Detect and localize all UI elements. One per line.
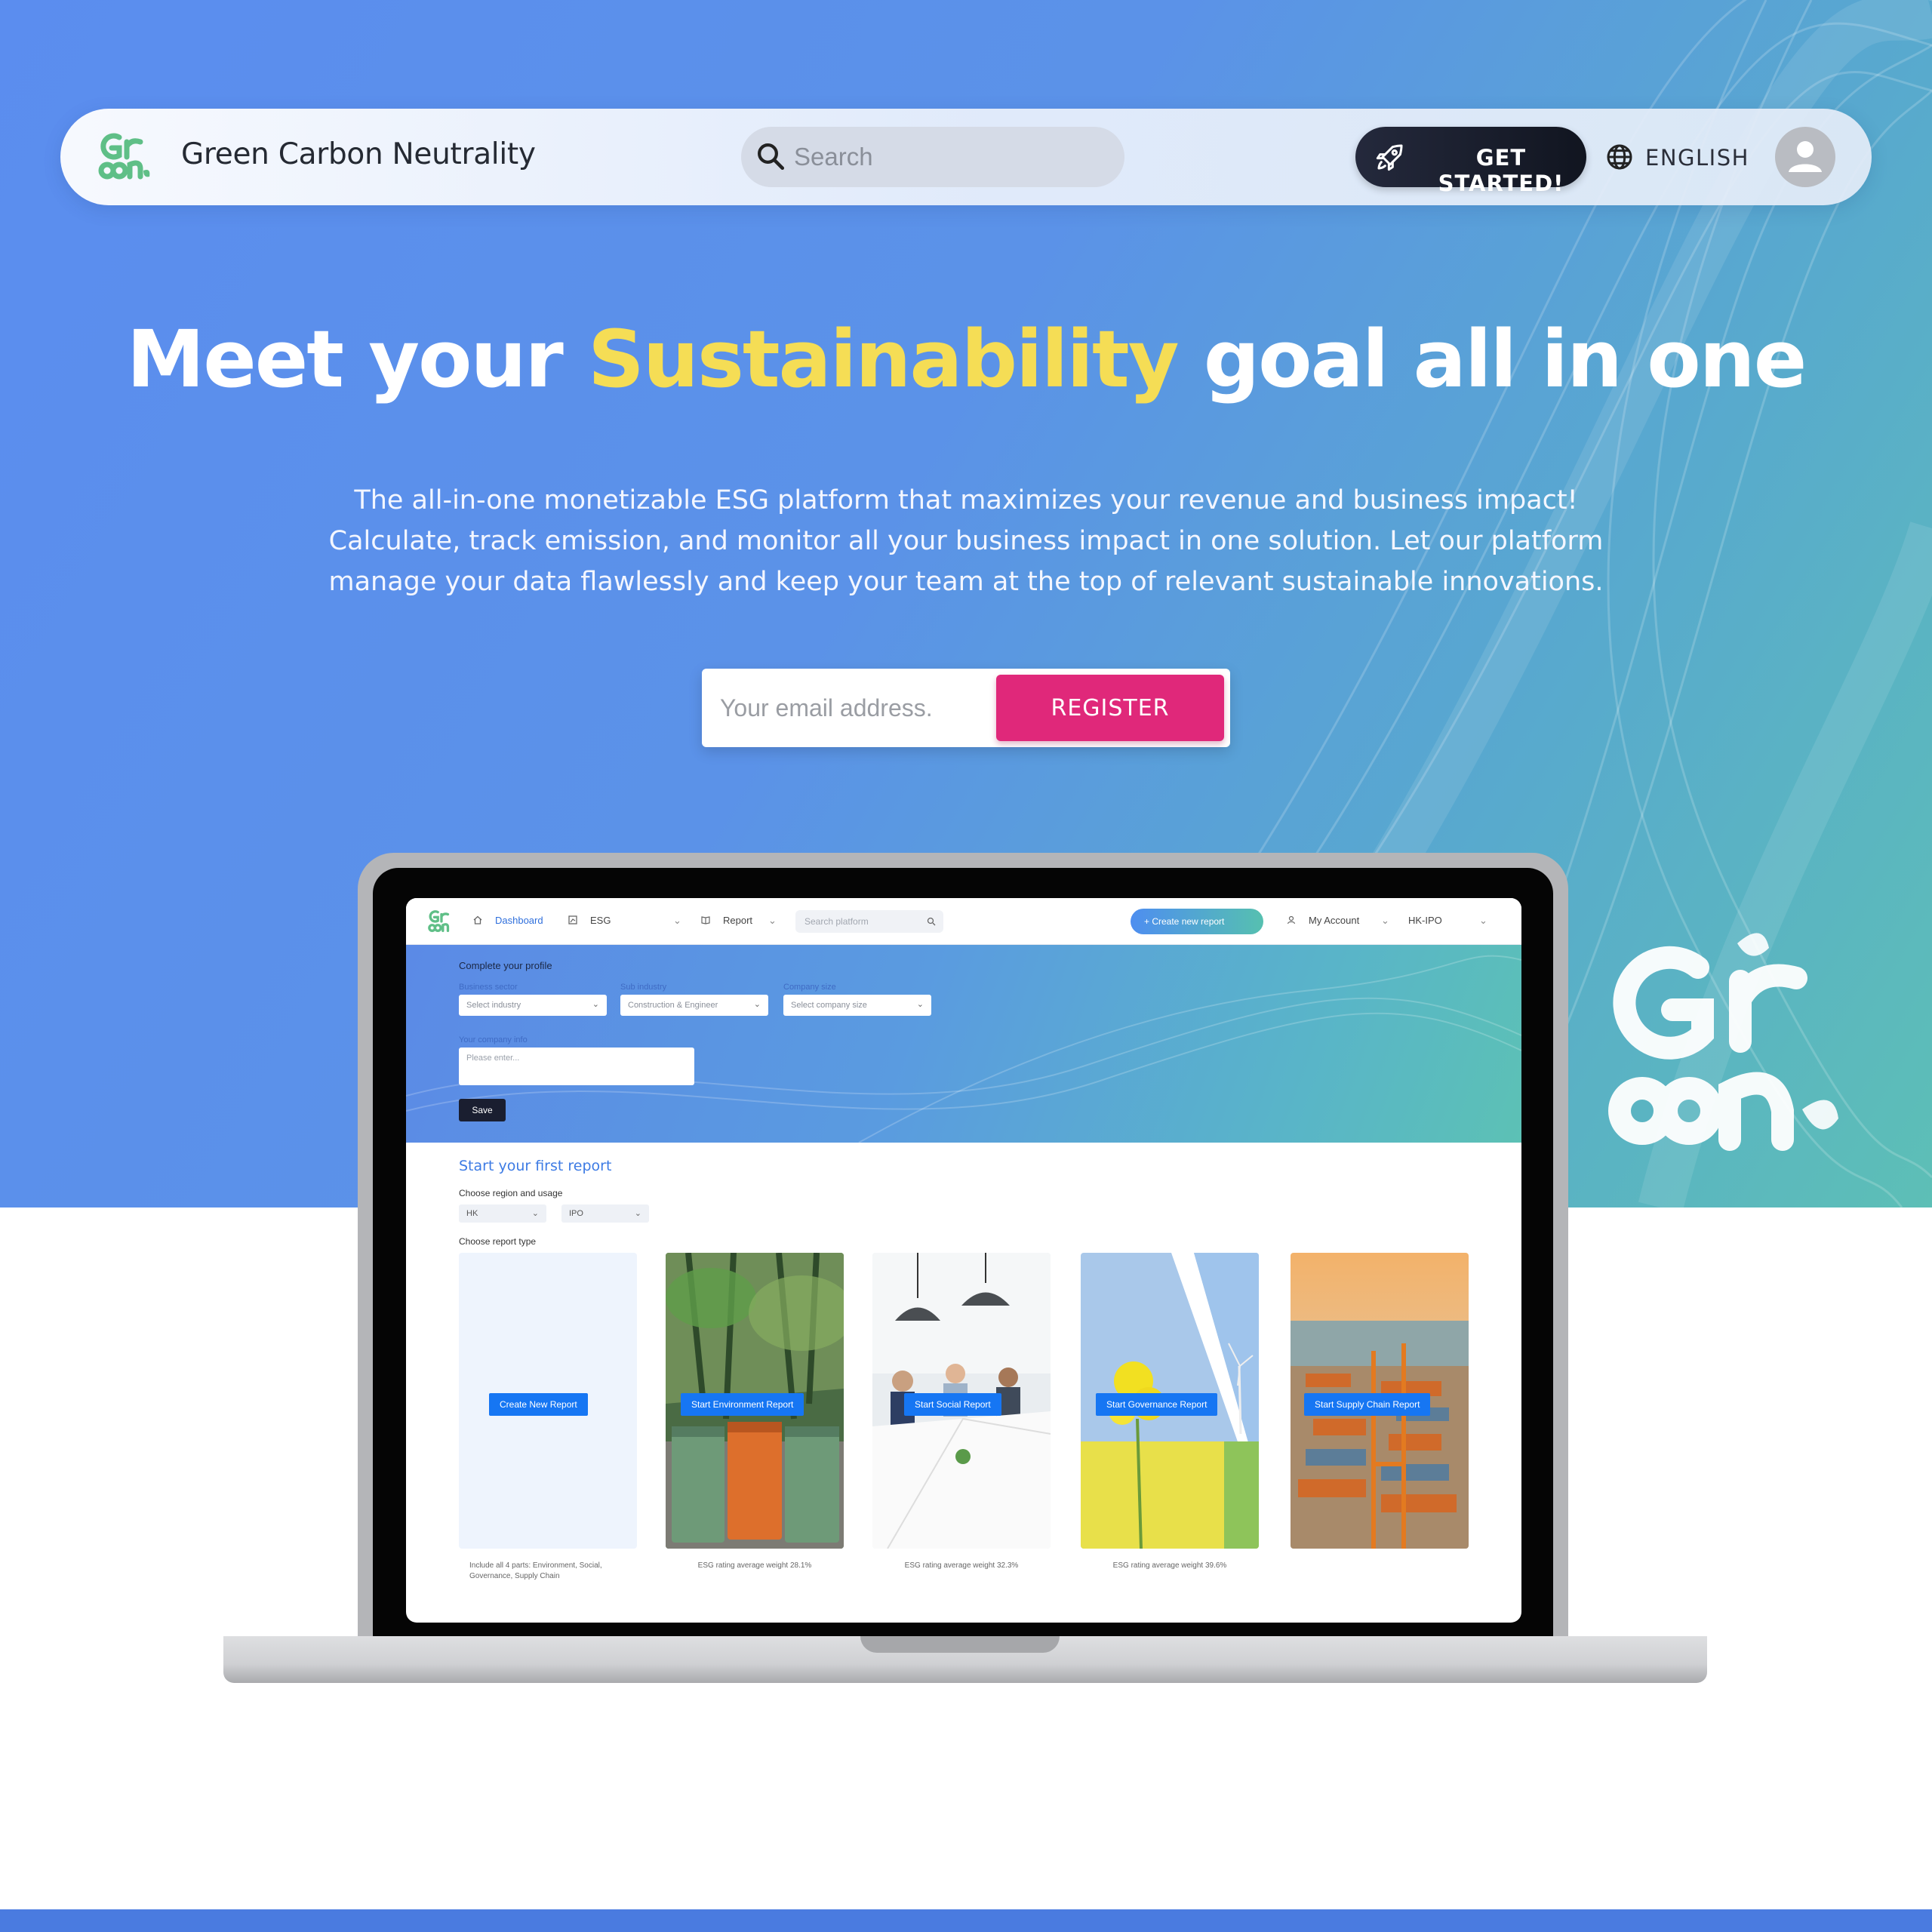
chevron-down-icon: ⌄	[673, 915, 681, 926]
chevron-down-icon: ⌄	[531, 1209, 539, 1218]
app-search-input[interactable]: Search platform	[795, 910, 943, 933]
company-size-select[interactable]: Select company size ⌄	[783, 995, 931, 1016]
app-nav-report[interactable]: Report	[723, 915, 752, 926]
signup-form: REGISTER	[702, 669, 1230, 747]
region-value: HK	[466, 1209, 478, 1218]
chevron-down-icon: ⌄	[753, 1000, 761, 1009]
language-selector[interactable]: ENGLISH	[1604, 127, 1755, 187]
brand-logo-icon[interactable]	[97, 131, 154, 183]
hero-headline: Meet your Sustainability goal all in one	[0, 313, 1932, 405]
get-started-label: GET STARTED!	[1438, 145, 1564, 196]
chevron-down-icon: ⌄	[592, 1000, 599, 1009]
profile-section: Complete your profile Business sector Se…	[406, 945, 1521, 1143]
decorative-waves	[406, 955, 1521, 1143]
save-button[interactable]: Save	[459, 1099, 506, 1121]
app-nav-dashboard[interactable]: Dashboard	[495, 915, 543, 926]
email-input[interactable]	[720, 685, 992, 731]
region-usage-label: Choose region and usage	[459, 1188, 563, 1198]
language-label: ENGLISH	[1645, 145, 1749, 171]
chevron-down-icon: ⌄	[768, 915, 777, 926]
report-card-governance[interactable]: Start Governance Report	[1081, 1253, 1259, 1549]
rocket-icon	[1376, 144, 1403, 171]
sub-industry-select[interactable]: Construction & Engineer ⌄	[620, 995, 768, 1016]
app-search-placeholder: Search platform	[804, 916, 869, 927]
hero-description: The all-in-one monetizable ESG platform …	[328, 485, 1604, 597]
app-nav-company[interactable]: HK-IPO	[1408, 915, 1442, 926]
report-card-note: Include all 4 parts: Environment, Social…	[469, 1561, 602, 1580]
report-type-label: Choose report type	[459, 1236, 537, 1247]
search-input[interactable]	[794, 137, 1111, 177]
user-icon	[1789, 141, 1822, 172]
start-governance-report-button[interactable]: Start Governance Report	[1096, 1393, 1218, 1416]
region-select[interactable]: HK ⌄	[459, 1204, 546, 1223]
company-size-value: Select company size	[791, 1001, 867, 1010]
chevron-down-icon: ⌄	[1479, 915, 1487, 926]
business-sector-value: Select industry	[466, 1001, 521, 1010]
app-preview-screen: Dashboard ESG ⌄ Report ⌄ Search platform…	[406, 898, 1521, 1623]
headline-highlight: Sustainability	[588, 313, 1180, 405]
chart-icon	[568, 915, 577, 924]
company-info-placeholder: Please enter...	[466, 1054, 520, 1063]
register-button[interactable]: REGISTER	[996, 675, 1224, 741]
user-avatar[interactable]	[1775, 127, 1835, 187]
profile-title: Complete your profile	[459, 960, 552, 971]
laptop-notch	[860, 1636, 1060, 1653]
sub-industry-label: Sub industry	[620, 983, 667, 992]
chevron-down-icon: ⌄	[1381, 915, 1389, 926]
create-new-report-card-button[interactable]: Create New Report	[489, 1393, 588, 1416]
app-nav-esg[interactable]: ESG	[590, 915, 611, 926]
start-environment-report-button[interactable]: Start Environment Report	[681, 1393, 804, 1416]
headline-prefix: Meet your	[126, 313, 588, 405]
report-card-environment[interactable]: Start Environment Report	[666, 1253, 844, 1549]
app-logo-icon	[428, 910, 450, 932]
report-card-new[interactable]: Create New Report	[459, 1253, 637, 1549]
search-bar[interactable]	[741, 127, 1124, 187]
report-section-title: Start your first report	[459, 1158, 612, 1174]
footer-strip	[0, 1909, 1932, 1932]
business-sector-label: Business sector	[459, 983, 518, 992]
home-icon	[473, 915, 482, 924]
app-navbar: Dashboard ESG ⌄ Report ⌄ Search platform…	[406, 898, 1521, 945]
globe-icon	[1607, 144, 1632, 170]
usage-value: IPO	[569, 1209, 583, 1218]
company-info-textarea[interactable]: Please enter...	[459, 1048, 694, 1085]
chevron-down-icon: ⌄	[634, 1209, 641, 1218]
start-social-report-button[interactable]: Start Social Report	[904, 1393, 1001, 1416]
app-nav-my-account[interactable]: My Account	[1309, 915, 1359, 926]
book-icon	[701, 916, 710, 924]
start-supply-chain-report-button[interactable]: Start Supply Chain Report	[1304, 1393, 1431, 1416]
headline-suffix: goal all in one	[1177, 313, 1807, 405]
search-icon	[927, 917, 936, 926]
sub-industry-value: Construction & Engineer	[628, 1001, 718, 1010]
create-new-report-button[interactable]: + Create new report	[1131, 909, 1263, 934]
business-sector-select[interactable]: Select industry ⌄	[459, 995, 607, 1016]
report-card-social[interactable]: Start Social Report	[872, 1253, 1051, 1549]
report-card-note: ESG rating average weight 32.3%	[904, 1561, 1019, 1570]
company-info-label: Your company info	[459, 1035, 528, 1044]
create-new-report-label: + Create new report	[1144, 916, 1225, 927]
chevron-down-icon: ⌄	[916, 1000, 924, 1009]
brand-name[interactable]: Green Carbon Neutrality	[181, 137, 536, 171]
report-card-note: ESG rating average weight 39.6%	[1112, 1561, 1227, 1570]
top-navbar: Green Carbon Neutrality GET STARTED!	[60, 109, 1872, 205]
green-logo-icon	[1608, 933, 1838, 1151]
usage-select[interactable]: IPO ⌄	[561, 1204, 649, 1223]
report-card-note: ESG rating average weight 28.1%	[697, 1561, 812, 1570]
report-card-supply-chain[interactable]: Start Supply Chain Report	[1291, 1253, 1469, 1549]
search-icon	[758, 143, 785, 171]
company-size-label: Company size	[783, 983, 836, 992]
get-started-button[interactable]: GET STARTED!	[1355, 127, 1586, 196]
user-icon	[1287, 915, 1296, 924]
